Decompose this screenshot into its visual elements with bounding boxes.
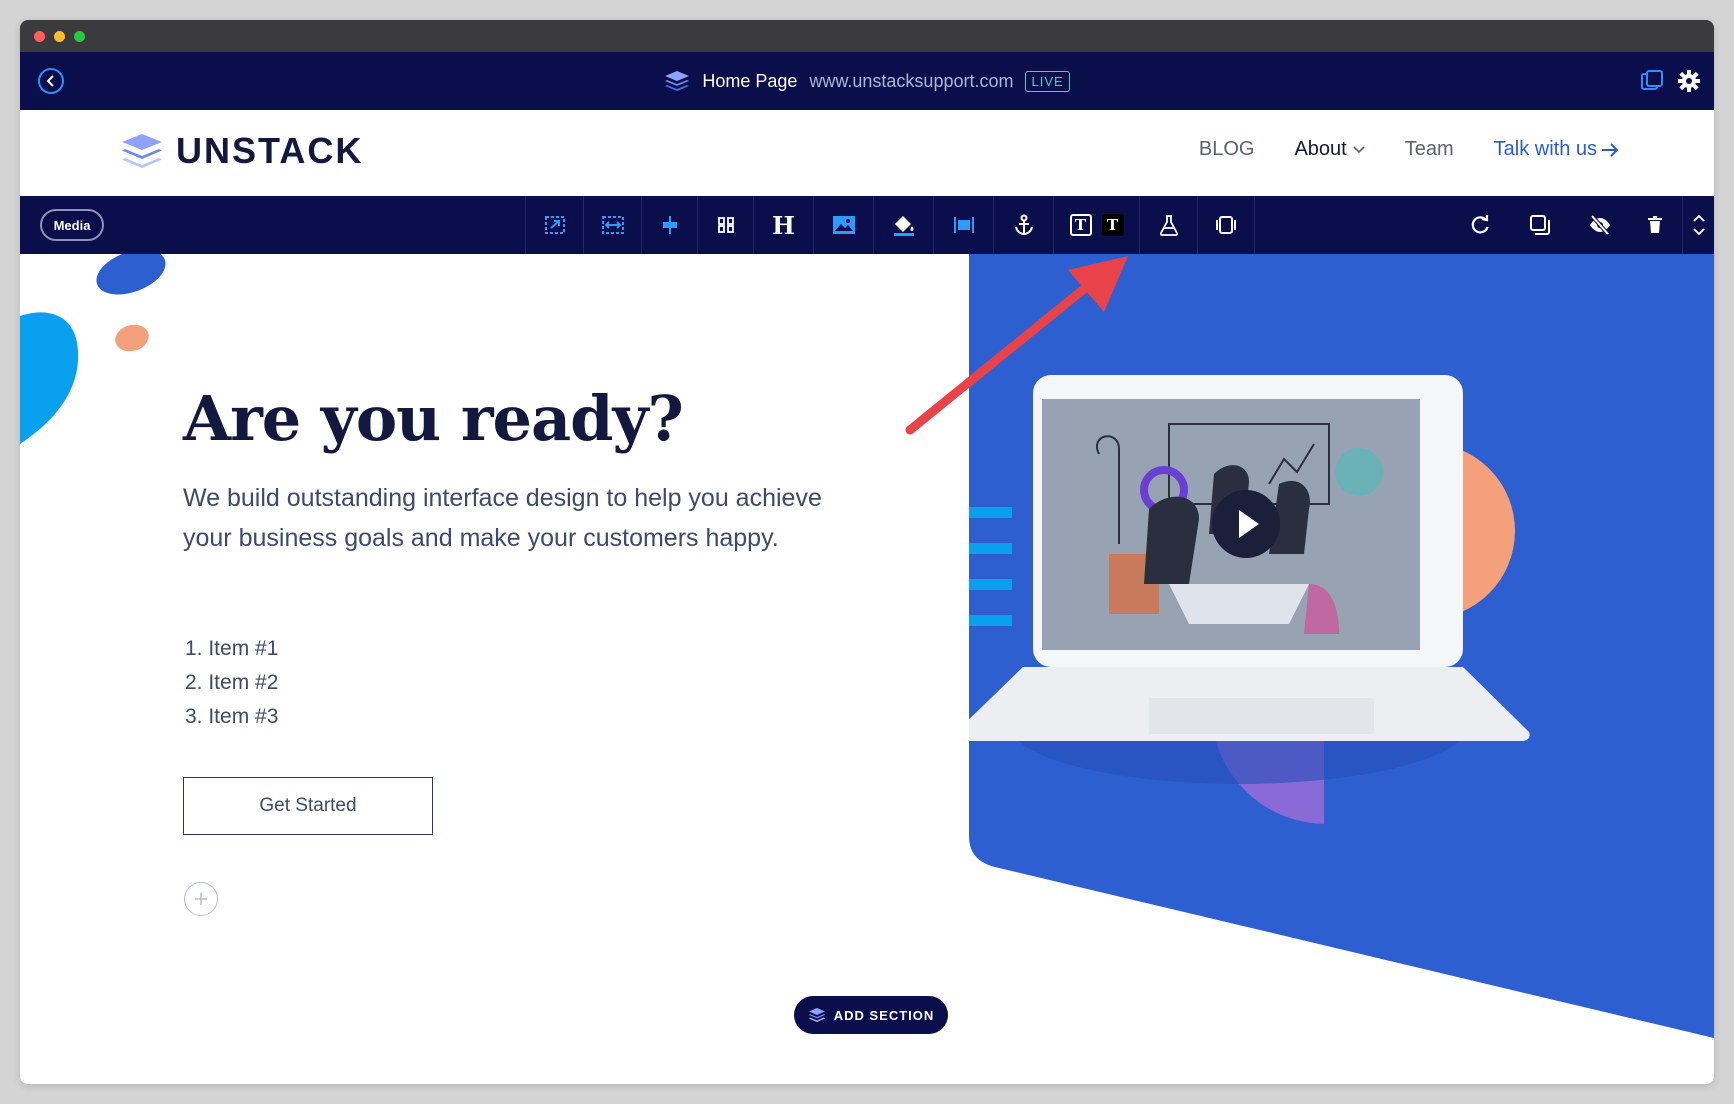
arrow-right-icon <box>1602 142 1619 157</box>
nav-talk-label: Talk with us <box>1493 138 1597 160</box>
page-name[interactable]: Home Page <box>702 71 797 92</box>
text-dark-icon[interactable]: T <box>1101 214 1124 236</box>
nav-blog-link[interactable]: BLOG <box>1199 138 1255 161</box>
trash-icon <box>1648 216 1662 233</box>
nav-about-dropdown[interactable]: About <box>1294 138 1365 161</box>
zoom-window-button[interactable] <box>74 31 85 42</box>
layout-tool[interactable] <box>1197 196 1255 254</box>
resize-tool[interactable] <box>525 196 583 254</box>
chevron-down-icon <box>1353 145 1365 153</box>
text-light-icon[interactable]: T <box>1069 214 1092 236</box>
text-style-tool[interactable]: T T <box>1053 196 1139 254</box>
hero-lead-text[interactable]: We build outstanding interface design to… <box>183 478 823 558</box>
ab-test-tool[interactable] <box>1139 196 1197 254</box>
list-item[interactable]: 1. Item #1 <box>185 632 278 666</box>
plus-icon <box>195 893 207 905</box>
hero-section: Are you ready? We build outstanding inte… <box>20 254 1714 1084</box>
hide-section-tool[interactable] <box>1570 196 1630 254</box>
page-title-group: Home Page www.unstacksupport.com LIVE <box>20 52 1714 110</box>
slider-layout-icon <box>1216 216 1236 234</box>
site-nav: BLOG About Team Talk with us <box>1199 138 1619 161</box>
background-color-tool[interactable] <box>873 196 933 254</box>
nav-talk-link[interactable]: Talk with us <box>1494 138 1619 161</box>
paint-bucket-icon <box>893 216 914 236</box>
minimize-window-button[interactable] <box>54 31 65 42</box>
add-section-button[interactable]: ADD SECTION <box>794 996 948 1034</box>
align-center-icon <box>662 216 677 234</box>
browser-window: Home Page www.unstacksupport.com LIVE UN… <box>20 20 1714 1084</box>
heading-tool[interactable]: H <box>753 196 813 254</box>
add-section-label: ADD SECTION <box>833 1007 935 1023</box>
gear-icon[interactable] <box>1678 70 1700 92</box>
nav-about-label: About <box>1294 138 1347 160</box>
site-header: UNSTACK BLOG About Team Talk with us <box>20 110 1714 196</box>
columns-tool[interactable] <box>697 196 753 254</box>
anchor-tool[interactable] <box>993 196 1053 254</box>
section-width-tool[interactable] <box>933 196 993 254</box>
annotation-arrow <box>905 256 1128 435</box>
image-icon <box>832 216 855 234</box>
unstack-logo-icon <box>122 134 162 168</box>
hero-title[interactable]: Are you ready? <box>183 382 684 455</box>
section-width-icon <box>953 217 974 233</box>
chevron-up-icon[interactable] <box>1692 214 1705 222</box>
hero-list: 1. Item #1 2. Item #2 3. Item #3 <box>185 632 278 734</box>
anchor-icon <box>1014 214 1033 236</box>
align-tool[interactable] <box>641 196 697 254</box>
logo-text: UNSTACK <box>176 130 364 171</box>
editor-topbar: Home Page www.unstacksupport.com LIVE <box>20 52 1714 110</box>
chevron-down-icon[interactable] <box>1692 228 1705 236</box>
resize-icon <box>544 216 565 234</box>
live-status-badge: LIVE <box>1025 70 1070 92</box>
list-item[interactable]: 2. Item #2 <box>185 666 278 700</box>
top-right-actions <box>1640 70 1700 92</box>
get-started-button[interactable]: Get Started <box>183 777 433 835</box>
section-toolbar: Media H T T <box>20 196 1714 254</box>
close-window-button[interactable] <box>34 31 45 42</box>
page-url[interactable]: www.unstacksupport.com <box>809 71 1013 92</box>
nav-team-link[interactable]: Team <box>1405 138 1454 161</box>
heading-icon: H <box>772 210 795 240</box>
layers-logo-icon <box>665 71 690 91</box>
media-button[interactable]: Media <box>40 209 104 241</box>
duplicate-section-tool[interactable] <box>1510 196 1570 254</box>
window-titlebar <box>20 20 1714 52</box>
width-tool[interactable] <box>583 196 641 254</box>
duplicate-icon <box>1530 215 1550 235</box>
move-section-controls <box>1682 196 1714 254</box>
delete-section-tool[interactable] <box>1630 196 1680 254</box>
eye-off-icon <box>1590 214 1610 236</box>
flask-icon <box>1159 215 1178 236</box>
refresh-icon <box>1471 215 1489 234</box>
full-width-icon <box>601 216 624 234</box>
add-element-button[interactable] <box>184 882 218 916</box>
decorative-blobs <box>20 254 166 444</box>
layers-icon <box>808 1008 825 1022</box>
refresh-tool[interactable] <box>1450 196 1510 254</box>
columns-icon <box>717 217 734 233</box>
duplicate-page-icon[interactable] <box>1640 70 1664 92</box>
site-logo[interactable]: UNSTACK <box>120 130 363 172</box>
image-tool[interactable] <box>813 196 873 254</box>
list-item[interactable]: 3. Item #3 <box>185 700 278 734</box>
